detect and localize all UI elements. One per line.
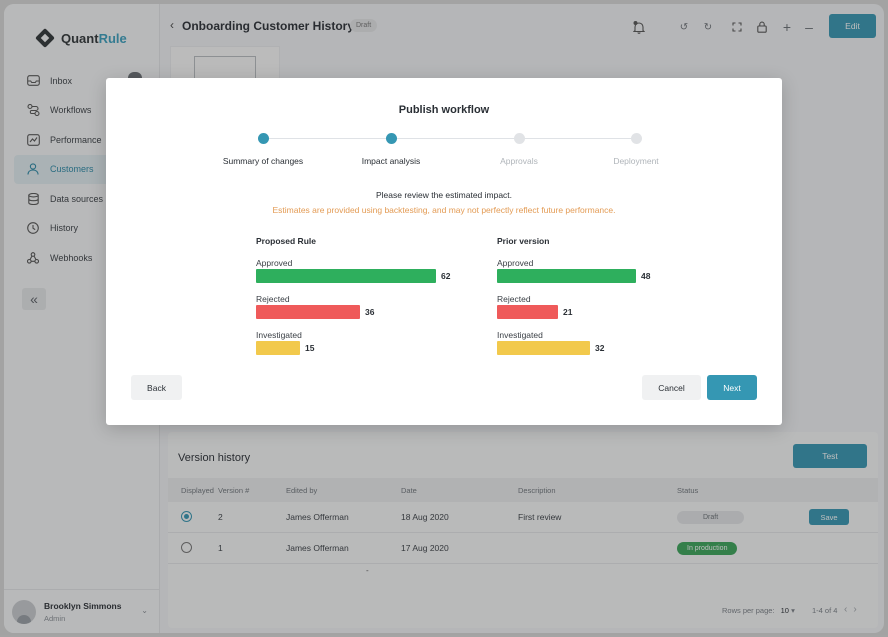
- step-dot-impact: [386, 133, 397, 144]
- investigated-bar: [256, 341, 300, 355]
- step-connector: [396, 138, 514, 139]
- metric-label: Rejected: [256, 294, 290, 304]
- next-button[interactable]: Next: [707, 375, 757, 400]
- bar-value: 32: [595, 343, 605, 353]
- step-label-summary: Summary of changes: [222, 156, 304, 166]
- rejected-bar: [256, 305, 360, 319]
- column-title: Proposed Rule: [256, 236, 316, 246]
- column-title: Prior version: [497, 236, 550, 246]
- metric-label: Approved: [256, 258, 293, 268]
- step-connector: [524, 138, 636, 139]
- metric-label: Investigated: [256, 330, 302, 340]
- modal-title: Publish workflow: [398, 104, 490, 116]
- step-label-impact: Impact analysis: [361, 156, 421, 166]
- bar-value: 48: [641, 271, 651, 281]
- metric-approved: Approved 48: [497, 258, 717, 283]
- approved-bar: [256, 269, 436, 283]
- stepper: Summary of changes Impact analysis Appro…: [106, 132, 782, 172]
- bar-value: 62: [441, 271, 451, 281]
- bar-value: 15: [305, 343, 315, 353]
- publish-workflow-modal: Publish workflow Summary of changes Impa…: [106, 78, 782, 425]
- step-label-deployment: Deployment: [613, 156, 659, 166]
- step-dot-approvals: [514, 133, 525, 144]
- step-dot-summary: [258, 133, 269, 144]
- metric-investigated: Investigated 32: [497, 330, 717, 355]
- proposed-rule-column: Proposed Rule Approved 62 Rejected 36 In…: [256, 236, 476, 355]
- step-dot-deployment: [631, 133, 642, 144]
- metric-label: Approved: [497, 258, 534, 268]
- bar-value: 21: [563, 307, 573, 317]
- metric-approved: Approved 62: [256, 258, 476, 283]
- metric-label: Investigated: [497, 330, 543, 340]
- bar-value: 36: [365, 307, 375, 317]
- metric-investigated: Investigated 15: [256, 330, 476, 355]
- back-button[interactable]: Back: [131, 375, 182, 400]
- cancel-button[interactable]: Cancel: [642, 375, 701, 400]
- approved-bar: [497, 269, 636, 283]
- step-connector: [269, 138, 391, 139]
- metric-label: Rejected: [497, 294, 531, 304]
- step-label-approvals: Approvals: [500, 156, 538, 166]
- metric-rejected: Rejected 21: [497, 294, 717, 319]
- investigated-bar: [497, 341, 590, 355]
- impact-intro: Please review the estimated impact.: [375, 190, 513, 200]
- rejected-bar: [497, 305, 558, 319]
- backtesting-warning: Estimates are provided using backtesting…: [272, 205, 616, 215]
- prior-version-column: Prior version Approved 48 Rejected 21 In…: [497, 236, 717, 355]
- metric-rejected: Rejected 36: [256, 294, 476, 319]
